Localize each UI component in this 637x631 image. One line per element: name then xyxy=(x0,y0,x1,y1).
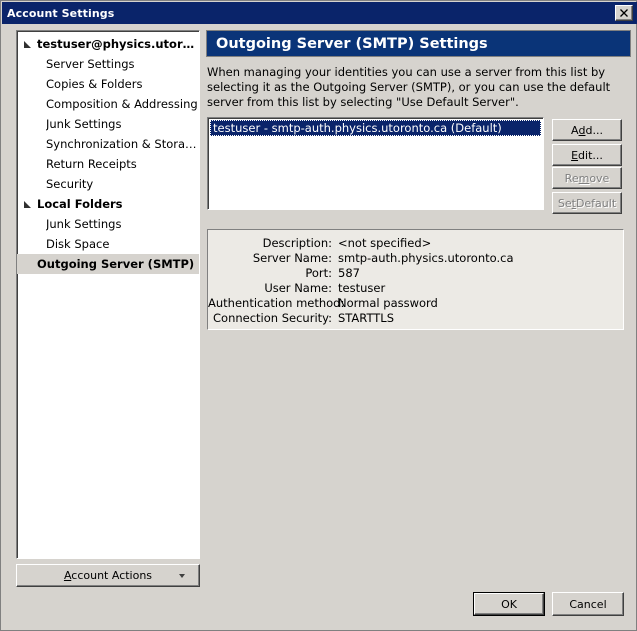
sidebar-item-outgoing-server-smtp[interactable]: Outgoing Server (SMTP) xyxy=(17,254,199,274)
page-title: Outgoing Server (SMTP) Settings xyxy=(216,35,488,52)
sidebar-item-label: Junk Settings xyxy=(46,217,122,231)
detail-label: Server Name: xyxy=(252,251,332,265)
detail-label: User Name: xyxy=(264,281,332,295)
detail-value: 587 xyxy=(338,266,360,280)
detail-value: <not specified> xyxy=(338,236,432,250)
window-title: Account Settings xyxy=(7,6,115,20)
panel-description: When managing your identities you can us… xyxy=(207,65,611,109)
smtp-server-list[interactable]: testuser - smtp-auth.physics.utoronto.ca… xyxy=(207,117,544,210)
expander-icon[interactable] xyxy=(23,200,32,209)
account-actions-label: Account Actions xyxy=(63,569,153,582)
sidebar-item-copies-folders[interactable]: Copies & Folders xyxy=(17,74,199,94)
sidebar-item-junk-settings[interactable]: Junk Settings xyxy=(17,214,199,234)
sidebar-item-junk-settings[interactable]: Junk Settings xyxy=(17,114,199,134)
cancel-button[interactable]: Cancel xyxy=(552,592,624,616)
add-button[interactable]: Ad d... xyxy=(552,119,622,141)
panel-header: Outgoing Server (SMTP) Settings xyxy=(206,30,631,57)
set-default-button: Se t Default xyxy=(552,192,622,214)
detail-label: Port: xyxy=(305,266,332,280)
sidebar-item-label: Composition & Addressing xyxy=(46,97,198,111)
sidebar-item-testuser-physics-utoron[interactable]: testuser@physics.utoron... xyxy=(17,34,199,54)
sidebar-item-label: Copies & Folders xyxy=(46,77,143,91)
settings-tree[interactable]: testuser@physics.utoron... Server Setting… xyxy=(16,30,200,559)
account-settings-window: Account Settings testuser@physics.utoron… xyxy=(0,0,637,631)
sidebar-item-security[interactable]: Security xyxy=(17,174,199,194)
sidebar-item-label: testuser@physics.utoron... xyxy=(37,37,199,51)
expander-icon[interactable] xyxy=(23,40,32,49)
detail-value: smtp-auth.physics.utoronto.ca xyxy=(338,251,514,265)
sidebar-item-label: Local Folders xyxy=(37,197,123,211)
server-details-panel: Description: <not specified> Server Name: s… xyxy=(207,229,624,330)
ok-button[interactable]: OK xyxy=(473,592,545,616)
detail-row: Authentication method: Normal password xyxy=(208,296,623,311)
sidebar-item-label: Outgoing Server (SMTP) xyxy=(37,257,195,271)
detail-value: testuser xyxy=(338,281,386,295)
detail-label: Connection Security: xyxy=(213,311,332,325)
sidebar-item-local-folders[interactable]: Local Folders xyxy=(17,194,199,214)
detail-label: Description: xyxy=(262,236,332,250)
sidebar-item-label: Return Receipts xyxy=(46,157,137,171)
remove-button: Re m ove xyxy=(552,167,622,189)
close-icon[interactable] xyxy=(615,5,633,21)
detail-row: Connection Security: STARTTLS xyxy=(208,311,623,326)
sidebar-item-label: Disk Space xyxy=(46,237,110,251)
sidebar-item-label: Synchronization & Storage xyxy=(46,137,199,151)
sidebar-item-label: Junk Settings xyxy=(46,117,122,131)
detail-row: User Name: testuser xyxy=(208,281,623,296)
detail-value: Normal password xyxy=(338,296,438,310)
list-item[interactable]: testuser - smtp-auth.physics.utoronto.ca… xyxy=(210,120,541,136)
sidebar-item-server-settings[interactable]: Server Settings xyxy=(17,54,199,74)
sidebar-item-return-receipts[interactable]: Return Receipts xyxy=(17,154,199,174)
sidebar-item-label: Security xyxy=(46,177,94,191)
detail-value: STARTTLS xyxy=(338,311,395,325)
title-bar: Account Settings xyxy=(2,2,637,24)
sidebar-item-synchronization-storage[interactable]: Synchronization & Storage xyxy=(17,134,199,154)
ok-button-label: OK xyxy=(474,593,544,615)
sidebar-item-composition-addressing[interactable]: Composition & Addressing xyxy=(17,94,199,114)
chevron-down-icon xyxy=(179,573,185,578)
detail-row: Description: <not specified> xyxy=(208,236,623,251)
sidebar-item-disk-space[interactable]: Disk Space xyxy=(17,234,199,254)
sidebar-item-label: Server Settings xyxy=(46,57,135,71)
detail-row: Server Name: smtp-auth.physics.utoronto.c… xyxy=(208,251,623,266)
edit-button[interactable]: Edit... xyxy=(552,144,622,166)
detail-row: Port: 587 xyxy=(208,266,623,281)
detail-label: Authentication method: xyxy=(208,296,345,310)
account-actions-button[interactable]: Account Actions xyxy=(16,564,200,587)
